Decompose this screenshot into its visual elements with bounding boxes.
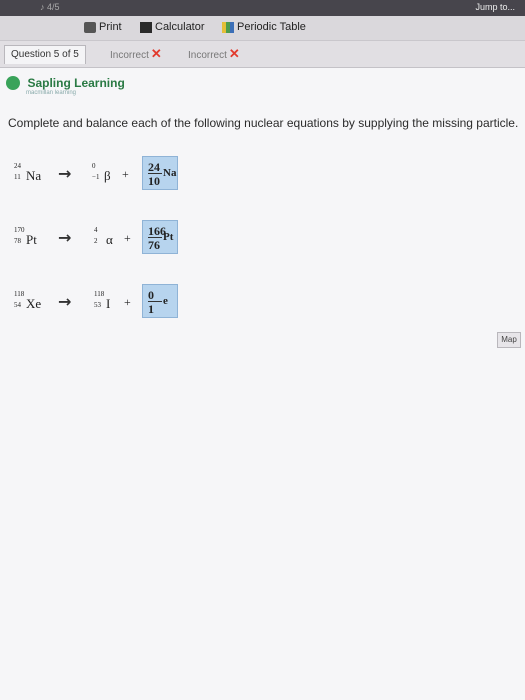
calculator-button[interactable]: Calculator [140, 21, 205, 33]
given-particle: 118 53 I [94, 290, 111, 312]
reactant-nuclide: 170 78 Pt [14, 226, 37, 248]
given-atomic: 53 [94, 301, 101, 309]
given-mass: 0 [92, 162, 96, 170]
calculator-label: Calculator [155, 21, 205, 33]
given-symbol: I [106, 296, 111, 311]
reactant-symbol: Pt [26, 232, 37, 247]
question-content: Sapling Learning macmillan learning Map … [0, 68, 525, 700]
given-particle: 0 −1 β [92, 162, 111, 184]
given-symbol: α [106, 232, 113, 247]
brand: Sapling Learning macmillan learning [6, 74, 125, 96]
reactant-atomic: 78 [14, 237, 21, 245]
answer-symbol: Pt [163, 231, 174, 243]
reactant-atomic: 11 [14, 173, 21, 181]
incorrect-x-icon: ✕ [228, 46, 240, 61]
given-symbol: β [104, 168, 111, 183]
given-mass: 118 [94, 290, 105, 298]
reactant-nuclide: 118 54 Xe [14, 290, 42, 312]
topbar-left-text: ♪ 4/5 [40, 2, 60, 12]
plus-sign: + [124, 231, 131, 245]
print-label: Print [99, 21, 122, 33]
reactant-mass: 118 [14, 290, 25, 298]
periodic-table-icon [222, 21, 234, 33]
reaction-arrow: → [58, 228, 72, 247]
tab-incorrect-1[interactable]: Incorrect ✕ [104, 45, 168, 63]
given-atomic: −1 [92, 173, 100, 181]
top-bar: ♪ 4/5 Jump to... [0, 0, 525, 16]
map-button[interactable]: Map [497, 332, 521, 348]
answer-box[interactable]: 0 1 e [142, 284, 178, 318]
reactant-mass: 170 [14, 226, 25, 234]
incorrect-label-2: Incorrect [188, 50, 227, 61]
instruction-text: Complete and balance each of the followi… [8, 116, 519, 130]
print-button[interactable]: Print [84, 21, 122, 33]
answer-symbol: Na [163, 167, 177, 179]
plus-sign: + [124, 295, 131, 309]
reactant-symbol: Xe [26, 296, 42, 311]
answer-box[interactable]: 24 10 Na [142, 156, 178, 190]
answer-atomic: 10 [148, 174, 160, 188]
reaction-arrow: → [58, 292, 72, 311]
question-label: Question 5 of 5 [11, 49, 79, 60]
plus-sign: + [122, 167, 129, 181]
tab-question[interactable]: Question 5 of 5 [4, 45, 86, 64]
jump-to-link[interactable]: Jump to... [475, 2, 515, 12]
periodic-table-button[interactable]: Periodic Table [222, 21, 306, 33]
incorrect-x-icon: ✕ [150, 46, 162, 61]
tab-incorrect-2[interactable]: Incorrect ✕ [182, 45, 246, 63]
brand-name: Sapling Learning [27, 75, 125, 90]
reaction-arrow: → [58, 164, 72, 183]
calculator-icon [140, 21, 152, 33]
periodic-table-label: Periodic Table [237, 21, 306, 33]
reactant-mass: 24 [14, 162, 21, 170]
answer-box[interactable]: 166 76 Pt [142, 220, 178, 254]
toolbar: Print Calculator Periodic Table [0, 16, 525, 41]
reactant-nuclide: 24 11 Na [14, 162, 42, 184]
given-particle: 4 2 α [94, 226, 113, 248]
brand-subtitle: macmillan learning [26, 90, 77, 96]
reactant-atomic: 54 [14, 301, 21, 309]
question-tabs: Question 5 of 5 Incorrect ✕ Incorrect ✕ [0, 41, 525, 68]
printer-icon [84, 21, 96, 33]
sapling-logo-icon [6, 75, 20, 90]
reactant-symbol: Na [26, 168, 42, 183]
given-atomic: 2 [94, 237, 98, 245]
given-mass: 4 [94, 226, 98, 234]
incorrect-label-1: Incorrect [110, 50, 149, 61]
answer-atomic: 1 [148, 302, 154, 316]
answer-atomic: 76 [148, 238, 160, 252]
answer-symbol: e [163, 295, 168, 307]
